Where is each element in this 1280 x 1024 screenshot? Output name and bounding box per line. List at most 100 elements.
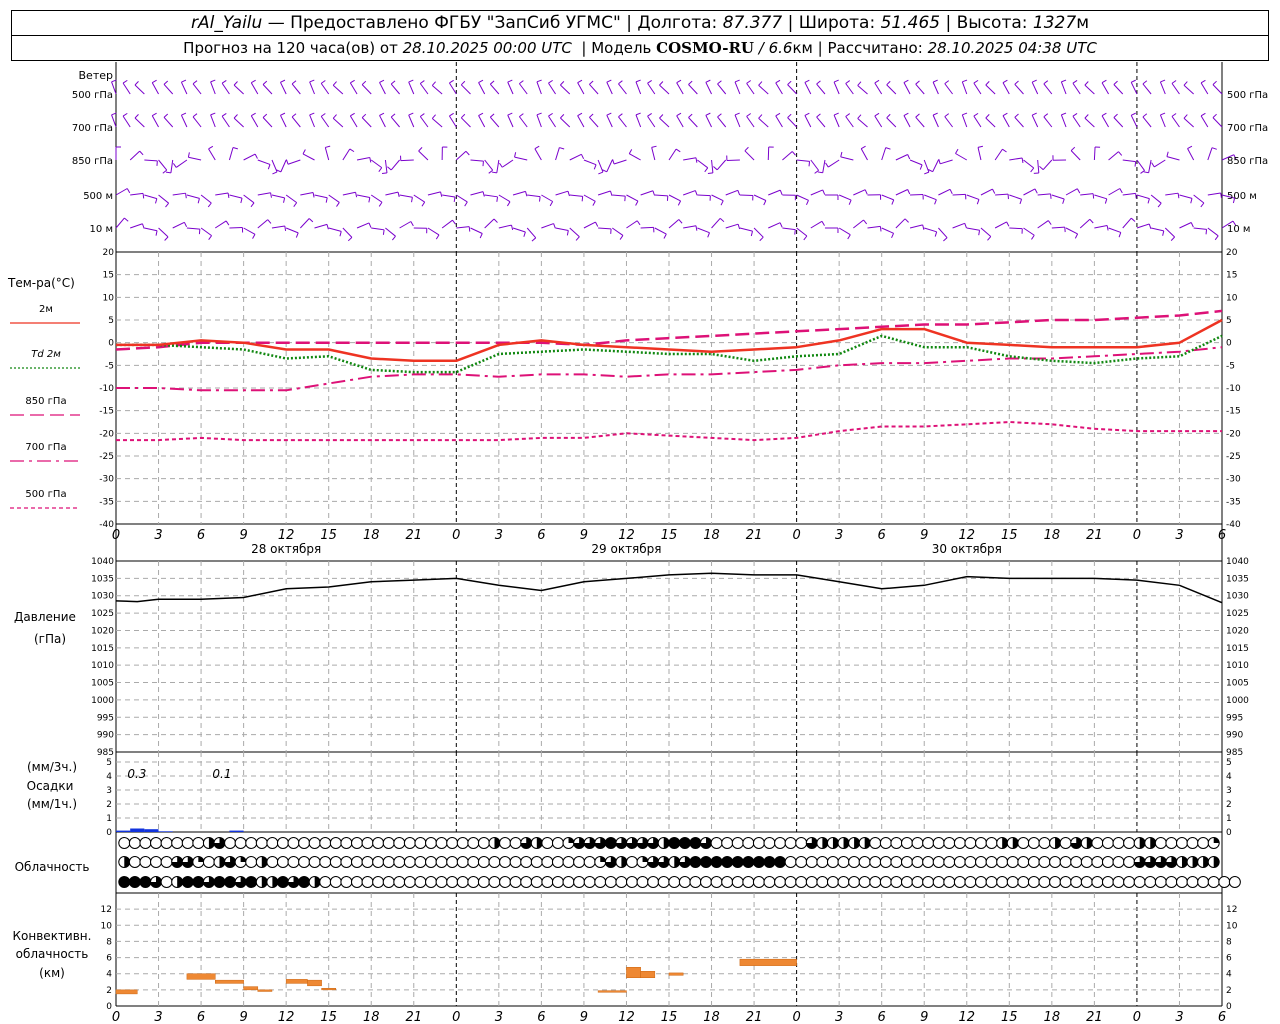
wind-barb xyxy=(1108,188,1121,196)
cloud-panel-title: Облачность xyxy=(15,860,90,874)
cloud-circle xyxy=(425,856,438,868)
wind-barb xyxy=(833,114,840,128)
wind-barb xyxy=(746,83,755,95)
wind-barb xyxy=(285,194,297,204)
x-tick-label: 9 xyxy=(580,528,588,543)
temp-tick: -10 xyxy=(99,384,114,394)
wind-barb-feather xyxy=(124,217,129,222)
cloud-circle xyxy=(1101,856,1114,868)
wind-barb-feather xyxy=(1089,218,1094,224)
conv-tick: 12 xyxy=(101,905,112,915)
wind-barb xyxy=(924,227,937,233)
wind-barb xyxy=(711,218,721,229)
wind-barb xyxy=(134,84,145,95)
x-tick-label: 0 xyxy=(452,528,460,543)
wind-barb xyxy=(966,194,980,200)
wind-barb xyxy=(589,84,599,95)
wind-barb-feather xyxy=(478,112,484,116)
wind-barb xyxy=(980,227,992,237)
wind-barb xyxy=(390,159,400,171)
wind-barb-feather xyxy=(525,191,528,197)
wind-barb xyxy=(867,225,881,229)
wind-barb xyxy=(144,159,158,162)
wind-barb xyxy=(158,159,168,171)
wind-barb-feather xyxy=(369,157,372,163)
wind-barb-feather xyxy=(411,197,413,203)
temp-series-line xyxy=(116,334,1223,374)
wind-barb-feather xyxy=(904,218,909,223)
wind-barb-feather xyxy=(309,79,315,83)
wind-barb-feather xyxy=(379,112,385,116)
wind-barb xyxy=(683,190,696,196)
wind-barb xyxy=(640,226,654,229)
cloud-circle xyxy=(900,837,913,849)
wind-barb-feather xyxy=(126,188,131,194)
wind-barb xyxy=(115,217,125,229)
cloud-circle xyxy=(763,876,776,888)
wind-barb-feather xyxy=(514,152,517,158)
wind-barb-feather xyxy=(208,145,214,150)
wind-barb-feather xyxy=(1200,112,1206,117)
wind-barb-feather xyxy=(431,114,436,119)
wind-barb xyxy=(291,83,301,95)
wind-barb xyxy=(200,227,212,237)
wind-barb-feather xyxy=(1211,147,1217,150)
wind-barb-feather xyxy=(635,112,641,116)
wind-barb-feather xyxy=(1135,193,1137,199)
wind-barb xyxy=(555,227,569,231)
cloud-circle xyxy=(319,856,332,868)
cloud-circle xyxy=(509,856,522,868)
temp-legend-label: 700 гПа xyxy=(25,442,66,453)
temp-tick: 10 xyxy=(103,293,115,303)
cloud-circle xyxy=(1101,837,1114,849)
cloud-circle xyxy=(562,876,575,888)
temp-tick-right: -15 xyxy=(1226,407,1241,417)
temp-legend-label: 500 гПа xyxy=(25,489,66,500)
conv-title-2: облачность xyxy=(16,947,89,961)
wind-barb-feather xyxy=(225,220,230,226)
conv-tick-right: 0 xyxy=(1226,1002,1232,1012)
precip-tick: 0 xyxy=(106,828,112,838)
wind-barb xyxy=(419,116,429,128)
day-label: 29 октября xyxy=(591,542,661,556)
wind-barb-feather xyxy=(1084,114,1089,119)
wind-barb xyxy=(342,191,356,196)
cloud-circle xyxy=(340,876,353,888)
wind-barb xyxy=(711,194,724,202)
x-tick-label-bottom: 12 xyxy=(958,1010,975,1024)
wind-barb xyxy=(688,117,698,128)
cloud-circle xyxy=(1080,876,1093,888)
wind-barb-feather xyxy=(309,112,315,116)
wind-barb xyxy=(1037,159,1040,173)
wind-barb-feather xyxy=(647,113,652,117)
wind-barb-feather xyxy=(1014,80,1019,85)
cloud-circle xyxy=(488,856,501,868)
wind-barb xyxy=(705,115,712,128)
wind-barb-feather xyxy=(707,172,713,174)
wind-barb-feather xyxy=(421,201,426,207)
wind-barb xyxy=(860,148,868,161)
wind-barb-feather xyxy=(1160,112,1166,116)
cloud-circle xyxy=(1027,876,1040,888)
cloud-circle xyxy=(1038,876,1051,888)
wind-barb-feather xyxy=(548,112,553,117)
wind-barb xyxy=(349,82,358,95)
wind-barb-feather xyxy=(609,190,613,196)
wind-barb xyxy=(1051,226,1065,229)
x-tick-label: 21 xyxy=(746,528,763,543)
cloud-circle xyxy=(604,837,617,849)
wind-barb xyxy=(455,150,467,161)
wind-barb xyxy=(932,114,939,128)
wind-barb xyxy=(518,116,528,128)
wind-barb-feather xyxy=(746,113,752,117)
wind-barb-feather xyxy=(270,192,272,198)
wind-barb xyxy=(299,218,310,229)
pressure-tick-right: 1025 xyxy=(1226,609,1249,619)
cloud-circle xyxy=(425,876,438,888)
wind-barb xyxy=(1153,159,1166,168)
wind-barb-feather xyxy=(387,166,392,171)
temp-tick: 5 xyxy=(108,316,114,326)
wind-barb xyxy=(923,159,930,173)
wind-barb xyxy=(827,159,840,168)
cloud-circle xyxy=(890,856,903,868)
